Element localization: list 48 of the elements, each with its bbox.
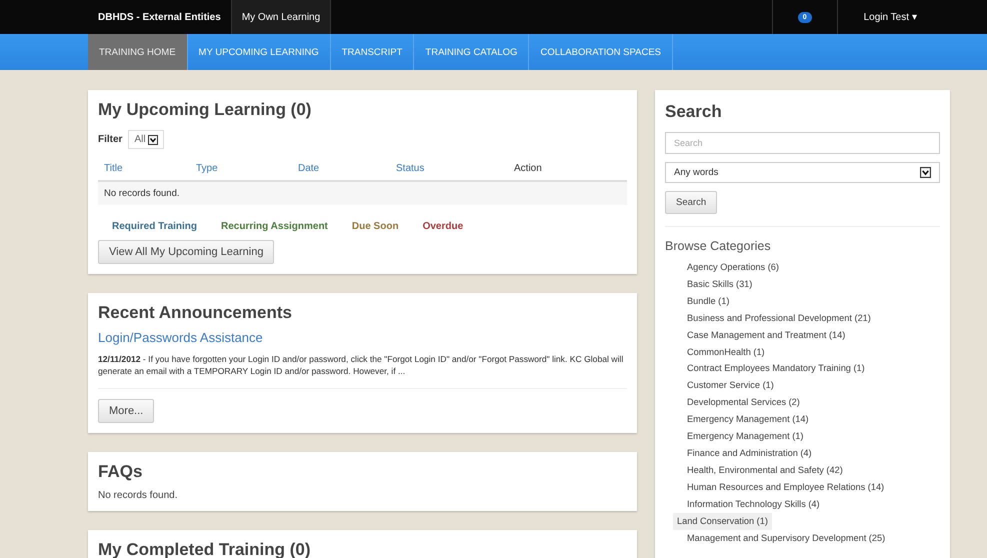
caret-icon: ▾	[912, 11, 917, 23]
column-header[interactable]: Type	[196, 163, 298, 174]
announcement-link[interactable]: Login/Passwords Assistance	[98, 330, 263, 345]
category-link[interactable]: Health, Environmental and Safety (42)	[683, 462, 940, 479]
category-link[interactable]: Contract Employees Mandatory Training (1)	[683, 360, 940, 378]
column-header[interactable]: Title	[104, 163, 196, 174]
filter-select[interactable]: All	[128, 130, 164, 149]
legend-label: Recurring Assignment	[221, 221, 328, 232]
category-link[interactable]: Finance and Administration (4)	[683, 444, 940, 462]
empty-message: No records found.	[98, 490, 178, 501]
search-mode-select[interactable]: Any words	[665, 162, 940, 183]
filter-label: Filter	[98, 134, 122, 145]
card-title: Recent Announcements	[98, 303, 293, 323]
browse-title: Browse Categories	[665, 226, 940, 253]
empty-message: No records found.	[98, 182, 627, 205]
category-link[interactable]: Land Conservation (1)	[673, 512, 772, 530]
category-link[interactable]: Management and Supervisory Development (25)	[683, 530, 940, 546]
search-button[interactable]: Search	[665, 191, 718, 214]
category-link[interactable]: Emergency Management (14)	[683, 411, 940, 428]
category-link[interactable]: CommonHealth (1)	[683, 344, 940, 360]
category-link[interactable]: Case Management and Treatment (14)	[683, 326, 940, 344]
category-link[interactable]: Developmental Services (2)	[683, 394, 940, 412]
card-title: Search	[665, 102, 723, 122]
legend-label: Required Training	[112, 221, 198, 232]
category-link[interactable]: Basic Skills (31)	[683, 276, 940, 293]
category-link[interactable]: Bundle (1)	[683, 292, 940, 310]
dropdown-icon	[148, 134, 158, 144]
category-link[interactable]: Customer Service (1)	[683, 377, 940, 394]
user-menu[interactable]: Login Test	[864, 12, 909, 22]
legend-label: Due Soon	[352, 221, 399, 232]
nav-tab[interactable]: TRAINING HOME	[88, 34, 188, 70]
top-nav-link[interactable]: My Own Learning	[232, 0, 332, 34]
category-link[interactable]: Agency Operations (6)	[683, 259, 940, 276]
column-header[interactable]: Date	[298, 163, 396, 174]
category-link[interactable]: Emergency Management (1)	[683, 428, 940, 445]
search-field[interactable]: Search	[665, 132, 940, 154]
announcement-text: 12/11/2012 - If you have forgotten your Login ID and/or password, click the "Forgot Login ID" and/or "Forgot Password" link. KC Global will generate an email with a TEMPORARY Login ID and/or password. However, if ...	[98, 353, 627, 389]
column-header: Action	[514, 163, 543, 174]
legend-label: Overdue	[422, 221, 464, 232]
category-link[interactable]: Human Resources and Employee Relations (14)	[683, 478, 940, 496]
card-title: FAQs	[98, 462, 144, 482]
dropdown-icon	[920, 167, 931, 178]
column-header[interactable]: Status	[396, 163, 514, 174]
category-link[interactable]: Business and Professional Development (21)	[683, 310, 940, 327]
card-title: My Upcoming Learning (0)	[98, 100, 312, 120]
more-button[interactable]: More...	[98, 398, 154, 423]
view-all-button[interactable]: View All My Upcoming Learning	[98, 240, 274, 264]
category-link[interactable]: Information Technology Skills (4)	[683, 496, 940, 513]
